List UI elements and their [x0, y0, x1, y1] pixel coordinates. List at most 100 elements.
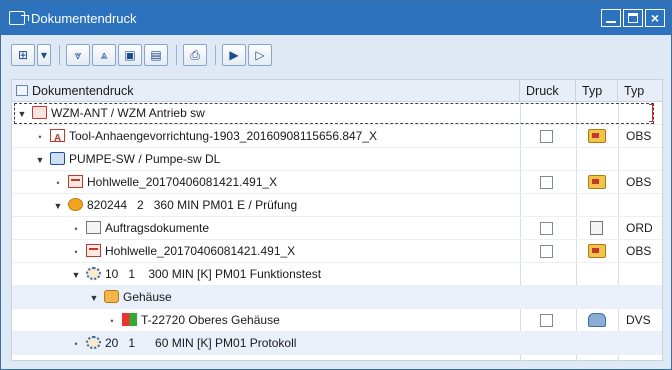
- document-tree-grid: Dokumentendruck Druck Typ Typ ▼ WZM-ANT /…: [11, 79, 663, 362]
- leaf-bullet-icon: •: [74, 247, 78, 257]
- tree-node[interactable]: • Hohlwelle_20170406081421.491_X: [12, 240, 520, 263]
- druck-cell: [520, 240, 576, 263]
- tree-node-label: Gehäuse: [123, 290, 172, 304]
- windows-icon: [122, 313, 137, 326]
- export-button[interactable]: ▶: [222, 44, 246, 66]
- druck-cell: [520, 125, 576, 148]
- typ-cell: OBS: [626, 175, 652, 189]
- tree-node-label: 10 1 300 MIN [K] PM01 Funktionstest: [105, 267, 322, 281]
- find-button[interactable]: ▷: [248, 44, 272, 66]
- document-icon: [86, 244, 101, 257]
- sort-descending-button[interactable]: ⩔: [66, 44, 90, 66]
- typ-icon-cell: [576, 286, 618, 309]
- machine-icon: [50, 152, 65, 165]
- typ-cell: OBS: [626, 129, 652, 143]
- druck-cell: [520, 332, 576, 355]
- expand-toggle-icon[interactable]: ▼: [70, 264, 82, 286]
- druck-cell: [520, 286, 576, 309]
- typ-cell: DVS: [626, 313, 651, 327]
- leaf-bullet-icon: •: [74, 339, 78, 349]
- typ-icon-cell: [576, 263, 618, 286]
- druck-cell: [520, 217, 576, 240]
- column-header-druck[interactable]: Druck: [520, 80, 576, 102]
- expand-toggle-icon[interactable]: ▼: [52, 195, 64, 217]
- window-title: Dokumentendruck: [31, 10, 137, 26]
- maximize-button[interactable]: [623, 9, 643, 27]
- gear-icon: [86, 336, 101, 349]
- typ-icon-cell: [576, 194, 618, 217]
- typ-icon-cell: [576, 148, 618, 171]
- select-all-button[interactable]: ▤: [144, 44, 168, 66]
- expand-toggle-icon[interactable]: ▼: [34, 149, 46, 171]
- print-checkbox[interactable]: [540, 245, 553, 258]
- tree-row[interactable]: ▼ 10 1 300 MIN [K] PM01 Funktionstest: [12, 263, 662, 286]
- selection-marker: [649, 104, 653, 122]
- tree-node[interactable]: • 20 1 60 MIN [K] PM01 Protokoll: [12, 332, 520, 355]
- tree-node-label: PUMPE-SW / Pumpe-sw DL: [69, 152, 221, 166]
- druck-cell: [520, 263, 576, 286]
- filter-button[interactable]: ▣: [118, 44, 142, 66]
- tree-node[interactable]: ▼ Gehäuse: [12, 286, 520, 309]
- typ-icon-cell: [576, 171, 618, 194]
- dvs-icon: [588, 313, 606, 327]
- tree-node-label: 820244 2 360 MIN PM01 E / Prüfung: [87, 198, 298, 212]
- gear-icon: [86, 267, 101, 280]
- list-icon: [86, 221, 101, 234]
- pdf-icon: [50, 127, 65, 148]
- tree-node[interactable]: • Auftragsdokumente: [12, 217, 520, 240]
- print-checkbox[interactable]: [540, 222, 553, 235]
- column-header-dokumentendruck[interactable]: Dokumentendruck: [12, 80, 520, 102]
- leaf-bullet-icon: •: [38, 132, 42, 142]
- document-print-window: Dokumentendruck × ⊞ ▾ ⩔ ⩓ ▣ ▤ ⎙ ▶ ▷ Doku…: [0, 0, 672, 370]
- tree-node[interactable]: • Tool-Anhaengevorrichtung-1903_201609081…: [12, 125, 520, 148]
- expand-toggle-icon[interactable]: ▼: [88, 287, 100, 309]
- print-checkbox[interactable]: [540, 314, 553, 327]
- window-icon: [9, 11, 29, 25]
- tree-row[interactable]: • Auftragsdokumente ORD: [12, 217, 662, 240]
- tree-row[interactable]: ▼ WZM-ANT / WZM Antrieb sw: [12, 102, 662, 125]
- leaf-bullet-icon: •: [56, 178, 60, 188]
- window-controls: ×: [601, 9, 665, 27]
- tree-row[interactable]: • T-22720 Oberes Gehäuse DVS: [12, 309, 662, 332]
- typ-cell: [618, 194, 662, 217]
- title-bar: Dokumentendruck ×: [1, 1, 671, 35]
- tree-row[interactable]: • Tool-Anhaengevorrichtung-1903_201609081…: [12, 125, 662, 148]
- print-button[interactable]: ⎙: [183, 44, 207, 66]
- tree-row[interactable]: ▼ 820244 2 360 MIN PM01 E / Prüfung: [12, 194, 662, 217]
- minimize-button[interactable]: [601, 9, 621, 27]
- dropdown-arrow-button[interactable]: ▾: [37, 44, 51, 66]
- tree-node[interactable]: • T-22720 Oberes Gehäuse: [12, 309, 520, 332]
- print-checkbox[interactable]: [540, 176, 553, 189]
- row-separator: [12, 354, 662, 355]
- tree-node[interactable]: ▼ PUMPE-SW / Pumpe-sw DL: [12, 148, 520, 171]
- document-relation-icon: [588, 244, 606, 258]
- tree-node[interactable]: ▼ 10 1 300 MIN [K] PM01 Funktionstest: [12, 263, 520, 286]
- print-checkbox[interactable]: [540, 130, 553, 143]
- toolbar-separator: [215, 45, 216, 65]
- tree-node[interactable]: ▼ 820244 2 360 MIN PM01 E / Prüfung: [12, 194, 520, 217]
- column-header-typ[interactable]: Typ: [618, 80, 662, 102]
- column-header-typ-icon[interactable]: Typ: [576, 80, 618, 102]
- close-button[interactable]: ×: [645, 9, 665, 27]
- typ-icon-cell: [576, 125, 618, 148]
- document-icon: [68, 175, 83, 188]
- typ-cell: [618, 263, 662, 286]
- tree-node-label: Hohlwelle_20170406081421.491_X: [87, 175, 278, 189]
- toolbar-separator: [176, 45, 177, 65]
- typ-cell: OBS: [626, 244, 652, 258]
- tree-row[interactable]: ▼ Gehäuse: [12, 286, 662, 309]
- tree-node[interactable]: • Hohlwelle_20170406081421.491_X: [12, 171, 520, 194]
- tree-row[interactable]: • Hohlwelle_20170406081421.491_X OBS: [12, 240, 662, 263]
- tree-row[interactable]: • Hohlwelle_20170406081421.491_X OBS: [12, 171, 662, 194]
- typ-icon-cell: [576, 332, 618, 355]
- component-icon: [104, 290, 119, 303]
- tree-row[interactable]: • 20 1 60 MIN [K] PM01 Protokoll: [12, 332, 662, 355]
- tree-node-label: Hohlwelle_20170406081421.491_X: [105, 244, 296, 258]
- sort-ascending-button[interactable]: ⩓: [92, 44, 116, 66]
- tree-row[interactable]: ▼ PUMPE-SW / Pumpe-sw DL: [12, 148, 662, 171]
- document-relation-icon: [588, 129, 606, 143]
- leaf-bullet-icon: •: [74, 224, 78, 234]
- expand-all-button[interactable]: ⊞: [11, 44, 35, 66]
- focus-outline: [14, 103, 654, 124]
- typ-cell: [618, 148, 662, 171]
